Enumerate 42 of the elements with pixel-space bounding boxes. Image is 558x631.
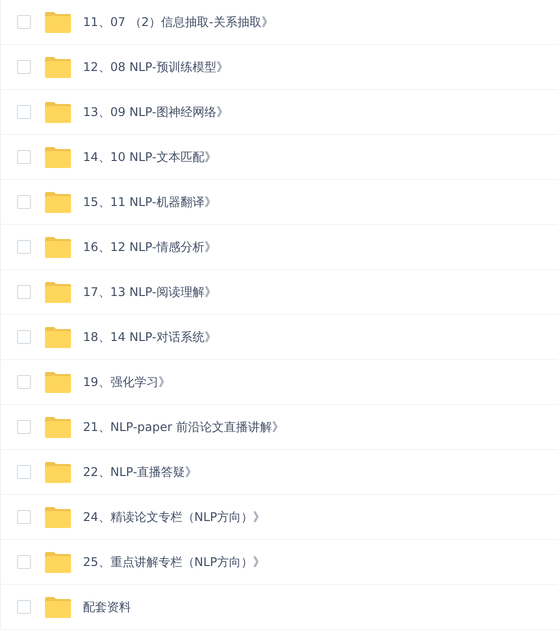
folder-name[interactable]: 16、12 NLP-情感分析》 — [83, 238, 216, 256]
checkbox[interactable] — [17, 420, 31, 434]
checkbox[interactable] — [17, 510, 31, 524]
folder-name[interactable]: 18、14 NLP-对话系统》 — [83, 328, 216, 346]
folder-icon — [45, 416, 71, 438]
checkbox[interactable] — [17, 375, 31, 389]
folder-icon — [45, 56, 71, 78]
folder-name[interactable]: 17、13 NLP-阅读理解》 — [83, 284, 216, 300]
folder-name[interactable]: 19、强化学习》 — [83, 374, 170, 390]
folder-name[interactable]: 15、11 NLP-机器翻译》 — [83, 194, 216, 210]
checkbox[interactable] — [17, 105, 31, 119]
folder-name[interactable]: 21、NLP-paper 前沿论文直播讲解》 — [83, 418, 284, 436]
folder-name[interactable]: 12、08 NLP-预训练模型》 — [83, 58, 228, 76]
checkbox[interactable] — [17, 600, 31, 614]
folder-name[interactable]: 14、10 NLP-文本匹配》 — [83, 148, 216, 166]
folder-icon — [45, 102, 71, 122]
folder-icon — [45, 506, 71, 528]
checkbox[interactable] — [17, 330, 31, 344]
folder-icon — [45, 552, 71, 572]
folder-name[interactable]: 11、07 （2）信息抽取-关系抽取》 — [83, 14, 274, 30]
folder-icon — [45, 596, 71, 618]
folder-icon — [45, 192, 71, 212]
checkbox[interactable] — [17, 240, 31, 254]
checkbox[interactable] — [17, 555, 31, 569]
folder-name[interactable]: 25、重点讲解专栏（NLP方向）》 — [83, 554, 266, 570]
checkbox[interactable] — [17, 60, 31, 74]
folder-name[interactable]: 配套资料 — [83, 598, 131, 616]
folder-icon — [45, 12, 71, 32]
checkbox[interactable] — [17, 465, 31, 479]
folder-name[interactable]: 22、NLP-直播答疑》 — [83, 464, 198, 480]
folder-icon — [45, 462, 71, 482]
folder-name[interactable]: 24、精读论文专栏（NLP方向）》 — [83, 508, 266, 526]
checkbox[interactable] — [17, 15, 31, 29]
folder-icon — [45, 282, 71, 302]
folder-icon — [45, 236, 71, 258]
checkbox[interactable] — [17, 195, 31, 209]
checkbox[interactable] — [17, 150, 31, 164]
folder-icon — [45, 372, 71, 392]
folder-icon — [45, 146, 71, 168]
folder-name[interactable]: 13、09 NLP-图神经网络》 — [83, 104, 228, 120]
folder-icon — [45, 326, 71, 348]
checkbox[interactable] — [17, 285, 31, 299]
